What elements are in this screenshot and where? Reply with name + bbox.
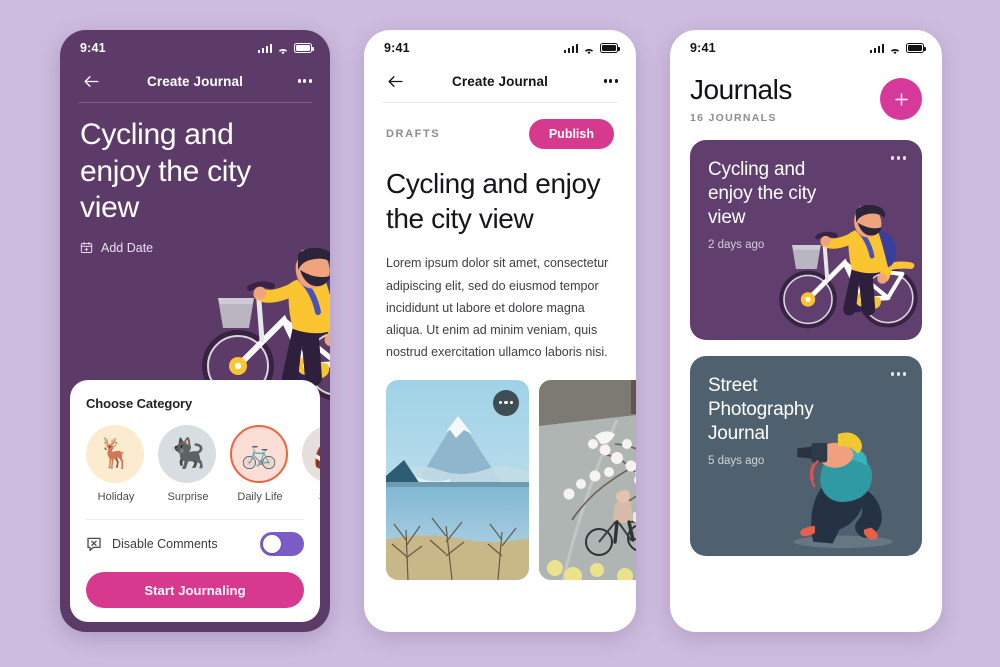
phone-draft-editor: 9:41 Create Journal DRAFTS Publish Cycli…: [364, 30, 636, 632]
comment-off-icon: [86, 536, 102, 552]
status-bar: 9:41: [670, 30, 942, 60]
start-journaling-button[interactable]: Start Journaling: [86, 572, 304, 608]
journals-title-group: Journals 16 JOURNALS: [690, 74, 792, 124]
journals-header: Journals 16 JOURNALS: [670, 60, 942, 124]
back-button[interactable]: [78, 68, 104, 94]
bicycle-emoji-icon: 🚲: [230, 425, 288, 483]
photo-mount-fuji-lake[interactable]: [386, 379, 529, 580]
drafts-label: DRAFTS: [386, 128, 441, 140]
publish-button[interactable]: Publish: [528, 119, 614, 149]
status-icons: [563, 43, 621, 55]
journal-title: Cycling and enjoy the city view: [80, 118, 251, 225]
draft-body-text: Lorem ipsum dolor sit amet, consectetur …: [386, 256, 609, 360]
back-button[interactable]: [382, 68, 408, 94]
category-label: Surprise: [167, 491, 209, 503]
category-list: 🦌 Holiday 🐈‍⬛ Surprise 🚲 Daily Life 🏈 Sp…: [70, 425, 320, 503]
phone-journals-list: 9:41 Journals 16 JOURNALS Cycling and en…: [670, 30, 942, 632]
category-label: Sport: [302, 491, 320, 503]
disable-comments-label: Disable Comments: [112, 537, 218, 551]
journal-card-timestamp: 5 days ago: [708, 454, 765, 467]
wifi-icon: [889, 43, 901, 55]
more-horizontal-icon[interactable]: [592, 79, 618, 83]
status-time: 9:41: [384, 41, 410, 55]
more-horizontal-icon[interactable]: [890, 372, 906, 376]
photo-gallery: [386, 379, 636, 580]
screenshot-canvas: 9:41 Create Journal Cycling and enjoy th…: [0, 0, 1000, 667]
journal-card-title: Cycling and enjoy the city view: [708, 159, 817, 229]
deer-emoji-icon: 🦌: [86, 425, 144, 483]
signal-bars-icon: [563, 43, 578, 53]
battery-icon: [906, 43, 927, 53]
journal-card-cycling[interactable]: Cycling and enjoy the city view 2 days a…: [690, 140, 922, 341]
category-item-holiday[interactable]: 🦌 Holiday: [86, 425, 146, 503]
category-item-sport[interactable]: 🏈 Sport: [302, 425, 320, 503]
journal-card-street-photography[interactable]: Street Photography Journal 5 days ago: [690, 356, 922, 557]
journals-count: 16 JOURNALS: [690, 112, 777, 125]
add-journal-button[interactable]: [880, 78, 922, 120]
status-time: 9:41: [80, 41, 106, 55]
wifi-icon: [277, 43, 289, 55]
category-item-surprise[interactable]: 🐈‍⬛ Surprise: [158, 425, 218, 503]
disable-comments-row: Disable Comments: [70, 520, 320, 556]
page-title: Create Journal: [147, 73, 243, 89]
draft-status-row: DRAFTS Publish: [364, 103, 636, 149]
category-label: Daily Life: [237, 491, 283, 503]
signal-bars-icon: [869, 43, 884, 53]
plus-icon: [894, 92, 908, 106]
more-horizontal-icon[interactable]: [286, 79, 312, 83]
phone-create-journal-hero: 9:41 Create Journal Cycling and enjoy th…: [60, 30, 330, 632]
status-time: 9:41: [690, 41, 716, 55]
journal-card-timestamp: 2 days ago: [708, 238, 765, 251]
photo-cyclist-cherry-blossom-street[interactable]: [539, 379, 636, 580]
status-icons: [869, 43, 927, 55]
wifi-icon: [583, 43, 595, 55]
signal-bars-icon: [257, 43, 272, 53]
draft-title: Cycling and enjoy the city view: [386, 168, 601, 234]
add-date-label: Add Date: [101, 240, 154, 255]
black-cat-emoji-icon: 🐈‍⬛: [158, 425, 216, 483]
journal-card-title: Street Photography Journal: [708, 375, 814, 445]
category-item-daily-life[interactable]: 🚲 Daily Life: [230, 425, 290, 503]
status-bar: 9:41: [364, 30, 636, 60]
choose-category-card: Choose Category 🦌 Holiday 🐈‍⬛ Surprise 🚲…: [70, 380, 320, 622]
page-title: Create Journal: [452, 73, 548, 89]
photo-more-button[interactable]: [493, 389, 519, 416]
more-horizontal-icon[interactable]: [890, 156, 906, 160]
navigation-bar: Create Journal: [364, 60, 636, 102]
status-bar: 9:41: [60, 30, 330, 60]
battery-icon: [600, 43, 621, 53]
calendar-plus-icon: [80, 241, 93, 254]
status-icons: [257, 43, 315, 55]
battery-icon: [294, 43, 315, 53]
disable-comments-toggle[interactable]: [260, 532, 304, 556]
choose-category-heading: Choose Category: [86, 396, 193, 411]
page-title: Journals: [690, 74, 792, 105]
football-emoji-icon: 🏈: [302, 425, 320, 483]
category-label: Holiday: [97, 491, 135, 503]
navigation-bar: Create Journal: [60, 60, 330, 102]
